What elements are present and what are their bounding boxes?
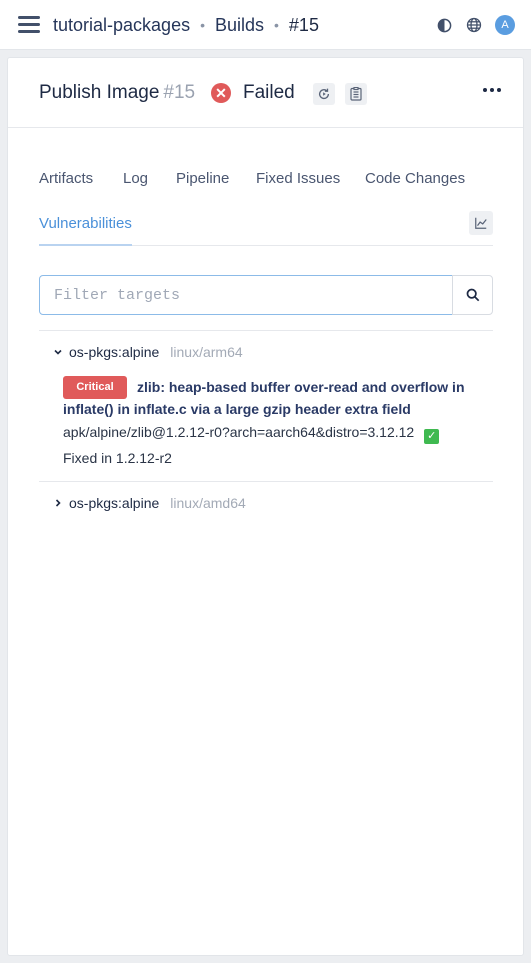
menu-icon[interactable]: [18, 14, 40, 34]
document-icon: [350, 87, 362, 101]
vulnerability-package: apk/alpine/zlib@1.2.12-r0?arch=aarch64&d…: [63, 423, 483, 444]
avatar[interactable]: A: [495, 15, 515, 35]
tab-pipeline[interactable]: Pipeline: [176, 170, 229, 187]
breadcrumb: tutorial-packages • Builds • #15: [53, 0, 319, 50]
job-title: Publish Image: [39, 82, 160, 103]
package-url: apk/alpine/zlib@1.2.12-r0?arch=aarch64&d…: [63, 424, 415, 440]
globe-icon[interactable]: [465, 16, 483, 34]
rebuild-icon: [318, 88, 330, 100]
fixed-version: Fixed in 1.2.12-r2: [63, 450, 172, 466]
tab-artifacts[interactable]: Artifacts: [39, 170, 93, 187]
filter-targets-input[interactable]: [39, 275, 453, 315]
failed-icon: ✕: [211, 83, 231, 103]
log-button[interactable]: [345, 83, 367, 105]
check-icon: ✓: [424, 429, 440, 444]
search-icon: [466, 288, 479, 302]
rebuild-button[interactable]: [313, 83, 335, 105]
target-package: os-pkgs:alpine: [69, 344, 160, 360]
search-button[interactable]: [452, 275, 493, 315]
card-header: Publish Image #15 ✕ Failed: [8, 58, 523, 128]
tab-log[interactable]: Log: [123, 170, 148, 187]
vulnerability-title-block: Critical zlib: heap-based buffer over-rea…: [63, 376, 483, 420]
top-bar: tutorial-packages • Builds • #15 A: [0, 0, 531, 50]
more-options-button[interactable]: [483, 84, 501, 96]
status-badge: ✕ Failed: [211, 82, 295, 104]
page-title: Publish Image #15: [39, 82, 195, 104]
breadcrumb-builds[interactable]: Builds: [215, 15, 264, 36]
chevron-right-icon: [53, 498, 65, 508]
active-tab-indicator: [39, 244, 132, 246]
severity-badge: Critical: [63, 376, 127, 399]
target-row-arm64[interactable]: os-pkgs:alpine linux/arm64: [53, 344, 243, 360]
vulnerability-item: Critical zlib: heap-based buffer over-rea…: [63, 376, 483, 467]
status-label: Failed: [243, 82, 295, 103]
target-platform: linux/arm64: [170, 344, 243, 360]
build-card: Publish Image #15 ✕ Failed Artifacts Log …: [7, 57, 524, 956]
chart-icon: [475, 217, 487, 229]
target-package: os-pkgs:alpine: [69, 495, 160, 511]
breadcrumb-build-number: #15: [288, 14, 319, 35]
chevron-down-icon: [53, 347, 65, 357]
divider: [39, 481, 493, 482]
job-number: #15: [163, 82, 196, 103]
breadcrumb-separator: •: [200, 17, 205, 33]
tab-vulnerabilities[interactable]: Vulnerabilities: [39, 215, 132, 232]
breadcrumb-separator: •: [274, 17, 279, 33]
breadcrumb-repo[interactable]: tutorial-packages: [53, 15, 190, 36]
target-platform: linux/amd64: [170, 495, 246, 511]
theme-contrast-icon[interactable]: [435, 16, 453, 34]
divider: [39, 330, 493, 331]
tab-fixed-issues[interactable]: Fixed Issues: [256, 170, 340, 187]
target-row-amd64[interactable]: os-pkgs:alpine linux/amd64: [53, 495, 246, 511]
tab-code-changes[interactable]: Code Changes: [365, 170, 465, 187]
trend-chart-button[interactable]: [469, 211, 493, 235]
